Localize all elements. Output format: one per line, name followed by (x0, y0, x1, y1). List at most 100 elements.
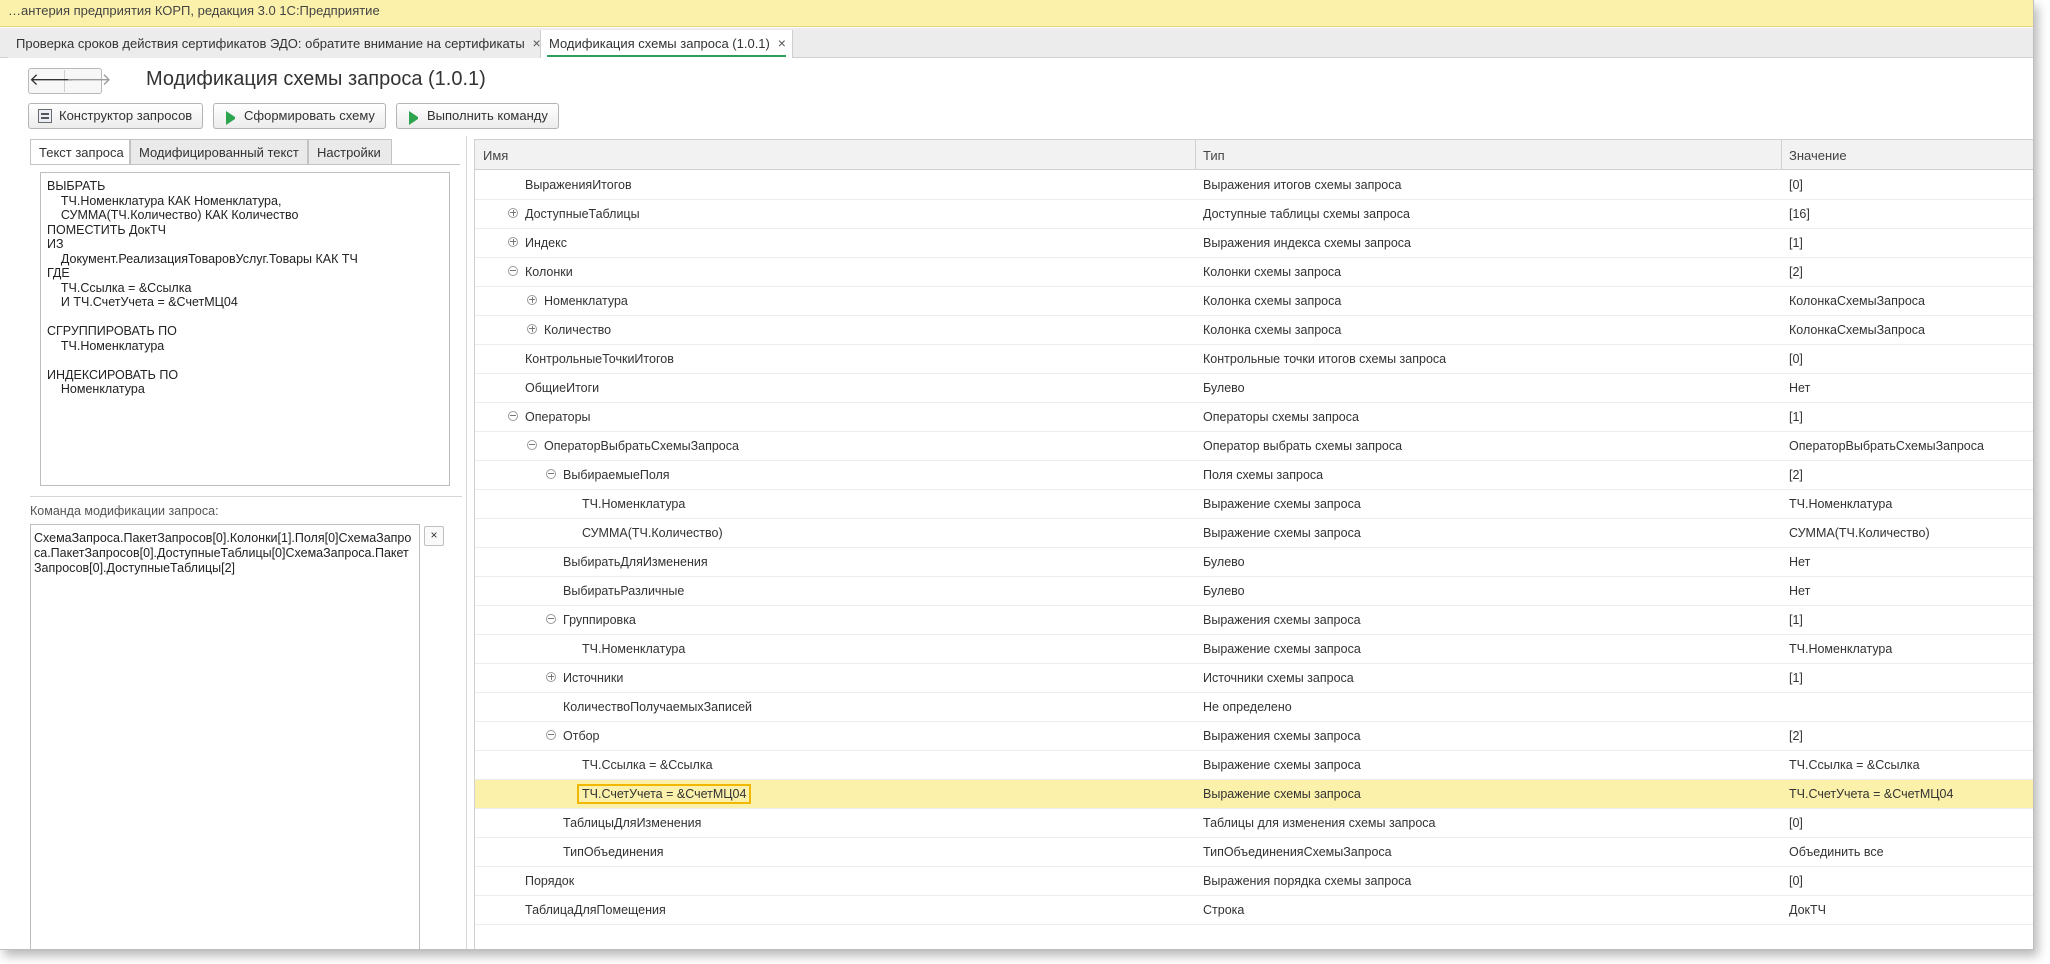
expand-icon[interactable] (508, 208, 518, 218)
table-row[interactable]: ТЧ.Номенклатура Выражение схемы запроса ТЧ… (475, 490, 2033, 519)
cell-type: Поля схемы запроса (1203, 468, 1324, 482)
cell-name: КоличествоПолучаемыхЗаписей (563, 700, 753, 714)
tab-certificate-check[interactable]: Проверка сроков действия сертификатов ЭД… (8, 30, 548, 58)
cell-name: ДоступныеТаблицы (525, 207, 640, 221)
table-row[interactable]: ТЧ.Ссылка = &Ссылка Выражение схемы запро… (475, 751, 2033, 780)
table-row[interactable]: ТаблицыДляИзменения Таблицы для изменения… (475, 809, 2033, 838)
expand-icon[interactable] (508, 237, 518, 247)
column-divider[interactable] (1195, 140, 1196, 170)
cell-type: Булево (1203, 584, 1245, 598)
app-window: …антерия предприятия КОРП, редакция 3.0 … (0, 0, 2034, 950)
cell-type: Булево (1203, 555, 1245, 569)
table-row[interactable]: Отбор Выражения схемы запроса [2] (475, 722, 2033, 751)
panel-splitter[interactable] (466, 136, 467, 949)
query-text-editor[interactable]: ВЫБРАТЬ ТЧ.Номенклатура КАК Номенклатура… (40, 172, 450, 486)
table-row[interactable]: Операторы Операторы схемы запроса [1] (475, 403, 2033, 432)
cell-value: [0] (1789, 874, 1803, 888)
tab-query-text[interactable]: Текст запроса (30, 139, 130, 165)
table-row[interactable]: Индекс Выражения индекса схемы запроса [1] (475, 229, 2033, 258)
tab-query-schema[interactable]: Модификация схемы запроса (1.0.1) × (540, 30, 793, 58)
arrow-right-icon[interactable]: 🡒 (66, 70, 112, 92)
cell-type: Источники схемы запроса (1203, 671, 1354, 685)
table-row[interactable]: КоличествоПолучаемыхЗаписей Не определено (475, 693, 2033, 722)
cell-name: Колонки (525, 265, 573, 279)
tab-modified-text[interactable]: Модифицированный текст (130, 139, 308, 165)
table-row[interactable]: ВыбиратьДляИзменения Булево Нет (475, 548, 2033, 577)
cell-name: ТипОбъединения (563, 845, 664, 859)
table-row[interactable]: ТЧ.СчетУчета = &СчетМЦ04 Выражение схемы … (475, 780, 2033, 809)
cell-name: ТаблицаДляПомещения (525, 903, 666, 917)
cell-name: Количество (544, 323, 612, 337)
collapse-icon[interactable] (508, 266, 518, 276)
cell-name: ТЧ.Номенклатура (582, 642, 686, 656)
table-row[interactable]: ВыбираемыеПоля Поля схемы запроса [2] (475, 461, 2033, 490)
cell-name: ВыбиратьРазличные (563, 584, 685, 598)
table-row[interactable]: ВыбиратьРазличные Булево Нет (475, 577, 2033, 606)
cell-name: Источники (563, 671, 624, 685)
window-title: …антерия предприятия КОРП, редакция 3.0 … (0, 0, 2033, 27)
cell-name: ОператорВыбратьСхемыЗапроса (544, 439, 739, 453)
arrow-left-icon[interactable]: 🡐 (29, 70, 75, 92)
column-header-value[interactable]: Значение (1789, 148, 1847, 163)
table-row[interactable]: СУММА(ТЧ.Количество) Выражение схемы запр… (475, 519, 2033, 548)
play-icon (409, 111, 423, 125)
cell-value: ОператорВыбратьСхемыЗапроса (1789, 439, 1984, 453)
tab-settings[interactable]: Настройки (308, 139, 392, 165)
table-row[interactable]: ТаблицаДляПомещения Строка ДокТЧ (475, 896, 2033, 925)
cell-type: Выражение схемы запроса (1203, 758, 1361, 772)
table-row[interactable]: Источники Источники схемы запроса [1] (475, 664, 2033, 693)
cell-type: Выражения итогов схемы запроса (1203, 178, 1402, 192)
expand-icon[interactable] (546, 672, 556, 682)
table-row[interactable]: Количество Колонка схемы запроса КолонкаСх… (475, 316, 2033, 345)
column-divider[interactable] (1781, 140, 1782, 170)
collapse-icon[interactable] (508, 411, 518, 421)
table-row[interactable]: Группировка Выражения схемы запроса [1] (475, 606, 2033, 635)
cell-name: СУММА(ТЧ.Количество) (582, 526, 723, 540)
expand-icon[interactable] (527, 324, 537, 334)
page-title: Модификация схемы запроса (1.0.1) (146, 68, 486, 90)
cell-name: ОбщиеИтоги (525, 381, 600, 395)
cell-name: Отбор (563, 729, 600, 743)
collapse-icon[interactable] (527, 440, 537, 450)
cell-value: Объединить все (1789, 845, 1884, 859)
column-header-type[interactable]: Тип (1203, 148, 1225, 163)
table-row[interactable]: ОператорВыбратьСхемыЗапроса Оператор выбр… (475, 432, 2033, 461)
table-row[interactable]: КонтрольныеТочкиИтогов Контрольные точки … (475, 345, 2033, 374)
collapse-icon[interactable] (546, 730, 556, 740)
close-icon[interactable]: × (778, 35, 786, 51)
table-row[interactable]: Колонки Колонки схемы запроса [2] (475, 258, 2033, 287)
table-row[interactable]: ОбщиеИтоги Булево Нет (475, 374, 2033, 403)
cell-name: КонтрольныеТочкиИтогов (525, 352, 674, 366)
query-constructor-button[interactable]: Конструктор запросов (28, 103, 204, 129)
clear-icon[interactable]: × (424, 526, 444, 546)
cell-type: Строка (1203, 903, 1245, 917)
cell-name: ТаблицыДляИзменения (563, 816, 702, 830)
build-schema-button[interactable]: Сформировать схему (213, 103, 386, 129)
cell-value: ТЧ.Ссылка = &Ссылка (1789, 758, 1920, 772)
cell-name: Номенклатура (544, 294, 628, 308)
table-row[interactable]: Номенклатура Колонка схемы запроса Колонка… (475, 287, 2033, 316)
tab-label: Проверка сроков действия сертификатов ЭД… (16, 36, 525, 51)
cell-type: Таблицы для изменения схемы запроса (1203, 816, 1436, 830)
button-label: Сформировать схему (244, 108, 375, 123)
cell-value: [16] (1789, 207, 1810, 221)
cell-type: Операторы схемы запроса (1203, 410, 1359, 424)
table-row[interactable]: ТипОбъединения ТипОбъединенияСхемыЗапроса… (475, 838, 2033, 867)
schema-tree-table: Имя Тип Значение ВыраженияИтогов Выражени… (474, 139, 2033, 949)
run-command-button[interactable]: Выполнить команду (396, 103, 559, 129)
selected-cell-editor[interactable]: ТЧ.СчетУчета = &СчетМЦ04 (577, 784, 752, 804)
table-row[interactable]: ВыраженияИтогов Выражения итогов схемы за… (475, 171, 2033, 200)
cell-type: Булево (1203, 381, 1245, 395)
cell-type: Выражение схемы запроса (1203, 497, 1361, 511)
collapse-icon[interactable] (546, 614, 556, 624)
cell-type: Выражение схемы запроса (1203, 642, 1361, 656)
button-label: Выполнить команду (427, 108, 548, 123)
column-header-name[interactable]: Имя (483, 148, 508, 163)
command-text-field[interactable]: СхемаЗапроса.ПакетЗапросов[0].Колонки[1]… (30, 524, 420, 949)
command-label: Команда модификации запроса: (30, 504, 219, 518)
table-row[interactable]: Порядок Выражения порядка схемы запроса [0… (475, 867, 2033, 896)
table-row[interactable]: ТЧ.Номенклатура Выражение схемы запроса ТЧ… (475, 635, 2033, 664)
expand-icon[interactable] (527, 295, 537, 305)
table-row[interactable]: ДоступныеТаблицы Доступные таблицы схемы … (475, 200, 2033, 229)
collapse-icon[interactable] (546, 469, 556, 479)
